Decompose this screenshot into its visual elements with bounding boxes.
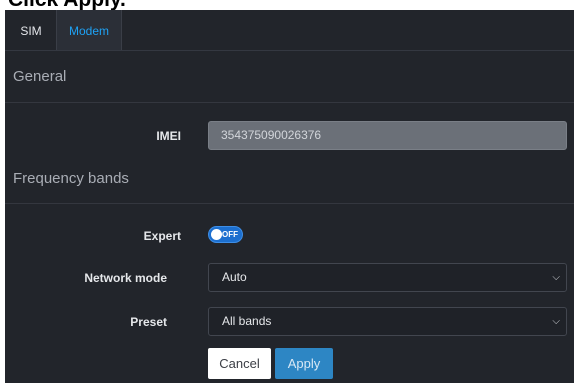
instruction-caption: Click Apply.	[8, 0, 126, 10]
toggle-knob	[211, 229, 222, 240]
tab-modem[interactable]: Modem	[56, 10, 122, 50]
section-title-frequency-bands: Frequency bands	[13, 170, 129, 187]
network-mode-select[interactable]: Auto ⌵	[208, 263, 567, 292]
tab-sim[interactable]: SIM	[11, 10, 51, 50]
imei-field: 354375090026376	[208, 121, 567, 150]
network-mode-label: Network mode	[84, 271, 167, 285]
cancel-button[interactable]: Cancel	[208, 348, 271, 379]
divider	[5, 203, 574, 204]
preset-select[interactable]: All bands ⌵	[208, 307, 567, 336]
preset-value: All bands	[222, 314, 272, 328]
expert-toggle[interactable]: OFF	[208, 226, 243, 243]
tab-bar: SIM Modem	[5, 10, 574, 51]
toggle-state-label: OFF	[222, 230, 238, 239]
chevron-down-icon: ⌵	[552, 272, 560, 283]
divider	[5, 102, 574, 103]
section-title-general: General	[13, 68, 67, 85]
chevron-down-icon: ⌵	[552, 316, 560, 327]
network-mode-value: Auto	[222, 270, 247, 284]
preset-label: Preset	[130, 315, 167, 329]
apply-button[interactable]: Apply	[275, 348, 333, 379]
modem-settings-panel: SIM Modem General IMEI 354375090026376 F…	[5, 10, 574, 383]
expert-label: Expert	[143, 229, 181, 243]
imei-label: IMEI	[156, 129, 181, 143]
